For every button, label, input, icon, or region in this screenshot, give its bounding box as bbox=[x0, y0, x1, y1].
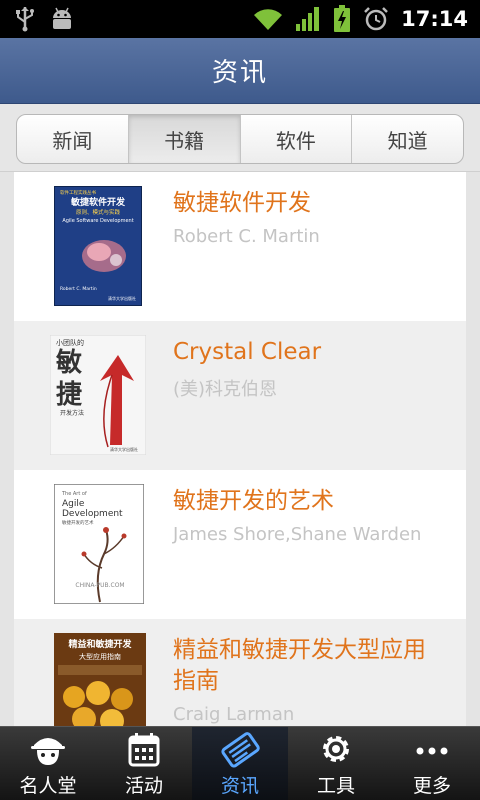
cover-english-title: Agile Software Development bbox=[62, 218, 133, 224]
cover-watermark: CHINA-PUB.COM bbox=[75, 582, 124, 589]
book-cover: 软件工程实践丛书 敏捷软件开发 原则、模式与实践 Agile Software … bbox=[53, 185, 143, 307]
cover-subtitle: 大型应用指南 bbox=[79, 652, 121, 661]
status-bar: 17:14 bbox=[0, 0, 480, 38]
book-title: 敏捷开发的艺术 bbox=[173, 488, 334, 514]
cover-publisher: 清华大学出版社 bbox=[108, 295, 136, 301]
battery-charging-icon bbox=[334, 5, 351, 32]
title-bar: 资讯 bbox=[0, 38, 480, 104]
book-title: 敏捷软件开发 bbox=[173, 190, 311, 216]
list-item[interactable]: The Art of Agile Development 敏捷开发的艺术 CHI… bbox=[14, 470, 466, 619]
usb-icon bbox=[16, 7, 34, 32]
cover-char-2: 捷 bbox=[56, 380, 82, 410]
page-title: 资讯 bbox=[211, 58, 268, 88]
gear-icon bbox=[323, 736, 349, 762]
list-item[interactable]: 小团队的 敏 捷 开发方法 清华大学出版社 Crystal Clear (美)科… bbox=[14, 321, 466, 470]
cover-subtitle: 开发方法 bbox=[60, 409, 84, 417]
tab-books[interactable]: 书籍 bbox=[128, 115, 241, 163]
news-icon bbox=[221, 732, 260, 768]
cover-title: 敏捷软件开发 bbox=[70, 196, 126, 208]
nav-label: 资讯 bbox=[220, 775, 259, 797]
book-cover: The Art of Agile Development 敏捷开发的艺术 CHI… bbox=[53, 483, 145, 605]
nav-label: 名人堂 bbox=[19, 775, 77, 797]
cover-title-2: Development bbox=[62, 509, 123, 519]
book-cover: 小团队的 敏 捷 开发方法 清华大学出版社 bbox=[49, 334, 147, 456]
book-title: Crystal Clear bbox=[173, 339, 322, 365]
signal-icon bbox=[296, 7, 320, 31]
list-item[interactable]: 精益和敏捷开发 大型应用指南 精益和敏捷开发大型应用指南 Craig Larma… bbox=[14, 619, 466, 726]
nav-label: 活动 bbox=[124, 775, 163, 797]
cover-char-1: 敏 bbox=[55, 348, 82, 378]
book-title: 精益和敏捷开发大型应用指南 bbox=[173, 637, 426, 694]
wifi-icon bbox=[254, 9, 283, 30]
cover-subtitle: 敏捷开发的艺术 bbox=[62, 519, 94, 526]
nav-tools[interactable]: 工具 bbox=[288, 727, 384, 800]
bottom-nav: 名人堂 活动 资讯 工具 更多 bbox=[0, 726, 480, 800]
nav-label: 更多 bbox=[412, 775, 451, 797]
cover-subtitle: 原则、模式与实践 bbox=[76, 208, 121, 216]
status-time: 17:14 bbox=[401, 7, 468, 31]
calendar-icon bbox=[128, 733, 160, 767]
cover-top: 小团队的 bbox=[56, 338, 84, 347]
cover-publisher: 清华大学出版社 bbox=[110, 446, 138, 452]
book-list[interactable]: 软件工程实践丛书 敏捷软件开发 原则、模式与实践 Agile Software … bbox=[0, 172, 480, 726]
famous-people-icon bbox=[31, 738, 65, 765]
cover-author: Robert C. Martin bbox=[60, 286, 97, 292]
tabs-container: 新闻 书籍 软件 知道 bbox=[0, 104, 480, 172]
cover-top: The Art of bbox=[61, 491, 87, 497]
tab-knowledge[interactable]: 知道 bbox=[352, 115, 463, 163]
nav-news[interactable]: 资讯 bbox=[192, 727, 288, 800]
nav-label: 工具 bbox=[316, 775, 355, 797]
cover-title: 精益和敏捷开发 bbox=[68, 638, 132, 650]
more-icon bbox=[416, 747, 448, 755]
list-item[interactable]: 软件工程实践丛书 敏捷软件开发 原则、模式与实践 Agile Software … bbox=[14, 172, 466, 321]
segmented-tabs: 新闻 书籍 软件 知道 bbox=[16, 114, 464, 164]
book-cover: 精益和敏捷开发 大型应用指南 bbox=[54, 633, 146, 726]
cover-title-1: Agile bbox=[62, 499, 85, 509]
alarm-clock-icon bbox=[364, 7, 389, 31]
android-debug-icon bbox=[53, 7, 71, 29]
nav-activities[interactable]: 活动 bbox=[96, 727, 192, 800]
cover-series: 软件工程实践丛书 bbox=[60, 189, 96, 196]
book-author: James Shore,Shane Warden bbox=[173, 524, 422, 545]
nav-famous-people[interactable]: 名人堂 bbox=[0, 727, 96, 800]
tab-software[interactable]: 软件 bbox=[241, 115, 353, 163]
book-author: (美)科克伯恩 bbox=[173, 379, 278, 400]
book-author: Craig Larman bbox=[173, 704, 295, 725]
nav-more[interactable]: 更多 bbox=[384, 727, 480, 800]
tab-news[interactable]: 新闻 bbox=[17, 115, 129, 163]
book-author: Robert C. Martin bbox=[173, 226, 320, 247]
